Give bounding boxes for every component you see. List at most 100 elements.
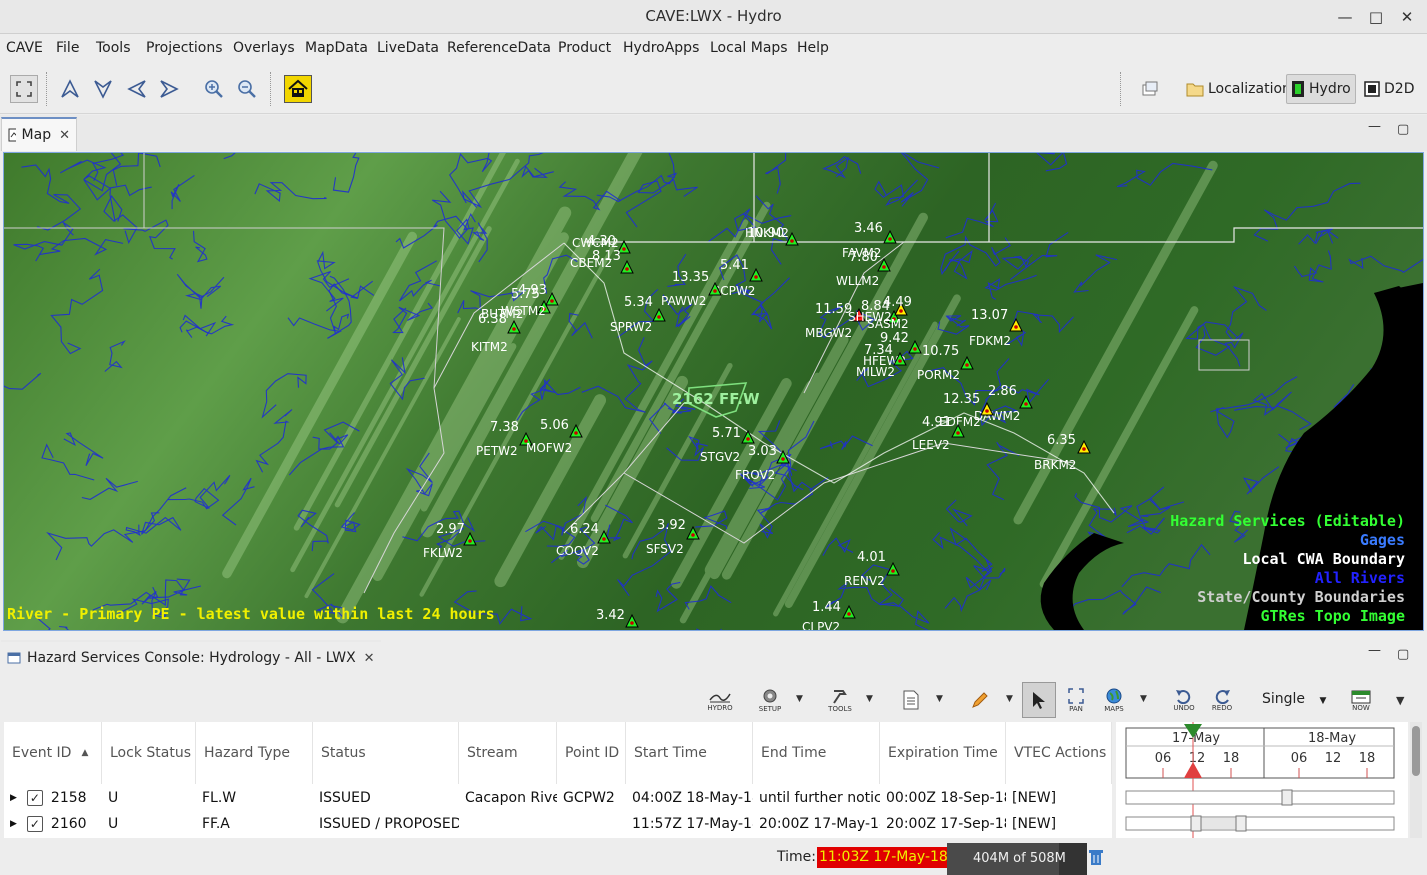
menu-product[interactable]: Product — [558, 40, 611, 56]
event-2160-timebar[interactable] — [1125, 816, 1395, 831]
row-checkbox[interactable]: ✓ — [26, 816, 43, 832]
perspective-localization-button[interactable]: Localization — [1182, 74, 1295, 104]
column-header-hazard-type[interactable]: Hazard Type — [196, 722, 313, 784]
menu-mapdata[interactable]: MapData — [305, 40, 368, 56]
full-extent-button[interactable] — [10, 75, 38, 103]
map-canvas[interactable]: 2162 FF.W 4.30CWCM28.13CBEM210.90HNKM2 3.… — [4, 153, 1423, 630]
column-header-end-time[interactable]: End Time — [753, 722, 880, 784]
maps-button[interactable]: MAPS — [1098, 682, 1130, 718]
draw-button[interactable] — [966, 682, 994, 718]
redo-label: REDO — [1211, 704, 1233, 712]
menu-livedata[interactable]: LiveData — [377, 40, 439, 56]
product-dropdown-icon[interactable]: ▼ — [936, 694, 943, 704]
pan-right-button[interactable] — [155, 75, 183, 103]
event-2158-timebar[interactable] — [1125, 790, 1395, 805]
menu-projections[interactable]: Projections — [146, 40, 223, 56]
open-perspective-button[interactable] — [1136, 75, 1164, 103]
d2d-icon — [1364, 81, 1380, 97]
legend-topo-image[interactable]: GTRes Topo Image — [1261, 607, 1406, 625]
minimize-console-button[interactable]: — — [1368, 643, 1381, 658]
redo-button[interactable]: REDO — [1208, 682, 1236, 718]
draw-dropdown-icon[interactable]: ▼ — [1006, 694, 1013, 704]
menu-help[interactable]: Help — [797, 40, 829, 56]
table-row[interactable]: ▶ ✓ 2158 U FL.W ISSUED Cacapon River GCP… — [4, 785, 1112, 811]
document-icon — [903, 690, 919, 710]
house-icon — [288, 79, 308, 97]
gage-center-dot — [630, 621, 634, 625]
timeline-canvas[interactable]: 17-May 18-May 06 12 18 06 12 18 — [1116, 722, 1408, 838]
event-2160-end-handle[interactable] — [1235, 815, 1247, 832]
perspective-hydro-button[interactable]: Hydro — [1286, 74, 1356, 104]
column-header-start-time[interactable]: Start Time — [626, 722, 753, 784]
zoom-out-button[interactable] — [233, 75, 261, 103]
tab-hazard-console[interactable]: Hazard Services Console: Hydrology - All… — [1, 640, 381, 674]
column-header-status[interactable]: Status — [313, 722, 459, 784]
gage-center-dot — [625, 267, 629, 271]
column-header-vtec-actions[interactable]: VTEC Actions — [1006, 722, 1112, 784]
legend-gages[interactable]: Gages — [1360, 531, 1405, 549]
setup-dropdown-icon[interactable]: ▼ — [796, 694, 803, 704]
close-tab-icon[interactable]: ✕ — [364, 651, 375, 666]
product-button[interactable] — [897, 682, 925, 718]
minimize-view-button[interactable]: — — [1368, 119, 1381, 134]
maps-dropdown-icon[interactable]: ▼ — [1140, 694, 1147, 704]
table-row[interactable]: ▶ ✓ 2160 U FF.A ISSUED / PROPOSED 11:57Z… — [4, 811, 1112, 837]
row-checkbox[interactable]: ✓ — [26, 790, 43, 806]
hazard-timeline[interactable]: 17-May 18-May 06 12 18 06 12 18 — [1116, 722, 1408, 838]
menu-overlays[interactable]: Overlays — [233, 40, 295, 56]
setup-button[interactable]: SETUP — [754, 682, 786, 718]
chevron-down-icon: ▼ — [1319, 696, 1327, 706]
legend-state-county-boundaries[interactable]: State/County Boundaries — [1197, 588, 1405, 606]
event-2158-start-handle[interactable] — [1281, 789, 1293, 806]
event-2160-start-handle[interactable] — [1190, 815, 1202, 832]
minimize-window-button[interactable]: — — [1334, 6, 1356, 28]
view-menu-icon[interactable]: ▼ — [1396, 694, 1404, 707]
garbage-collect-button[interactable] — [1088, 848, 1104, 870]
legend-hazard-services[interactable]: Hazard Services (Editable) — [1170, 512, 1405, 530]
table-scrollbar[interactable] — [1410, 722, 1422, 838]
map-display[interactable]: 2162 FF.W 4.30 CWCM2 8.13 CBEM2 10.90 HNKM2 3.… — [3, 152, 1424, 631]
now-button[interactable]: NOW — [1346, 682, 1376, 718]
gage-id: WLLM2 — [836, 274, 879, 288]
menu-local-maps[interactable]: Local Maps — [710, 40, 788, 56]
hydro-home-button[interactable] — [284, 75, 312, 103]
legend-all-rivers[interactable]: All Rivers — [1315, 569, 1405, 587]
zoom-in-button[interactable] — [200, 75, 228, 103]
legend-local-cwa-boundary[interactable]: Local CWA Boundary — [1242, 550, 1405, 568]
tab-map[interactable]: Map ✕ — [1, 117, 77, 151]
gage-center-dot — [574, 431, 578, 435]
pan-left-button[interactable] — [123, 75, 151, 103]
select-button[interactable] — [1022, 682, 1056, 718]
main-toolbar: Localization Hydro D2D — [0, 64, 1427, 114]
gage-value: 5.34 — [624, 295, 653, 310]
expand-row-icon[interactable]: ▶ — [10, 793, 17, 803]
undo-button[interactable]: UNDO — [1170, 682, 1198, 718]
menu-hydroapps[interactable]: HydroApps — [623, 40, 699, 56]
pan-down-button[interactable] — [89, 75, 117, 103]
column-header-stream[interactable]: Stream — [459, 722, 557, 784]
column-header-lock-status[interactable]: Lock Status — [102, 722, 196, 784]
menu-tools[interactable]: Tools — [96, 40, 131, 56]
tools-dropdown-icon[interactable]: ▼ — [866, 694, 873, 704]
tools-button[interactable]: TOOLS — [823, 682, 857, 718]
selection-mode-dropdown[interactable]: Single ▼ — [1262, 691, 1326, 707]
maximize-console-button[interactable]: ▢ — [1397, 647, 1409, 662]
pan-up-button[interactable] — [56, 75, 84, 103]
hydro-tool-button[interactable]: HYDRO — [703, 682, 737, 718]
expand-row-icon[interactable]: ▶ — [10, 819, 17, 829]
gage-center-dot — [754, 275, 758, 279]
menu-referencedata[interactable]: ReferenceData — [447, 40, 551, 56]
menu-cave[interactable]: CAVE — [6, 40, 43, 56]
maximize-view-button[interactable]: ▢ — [1397, 122, 1409, 137]
tools-label: TOOLS — [828, 705, 852, 713]
perspective-d2d-button[interactable]: D2D — [1360, 74, 1418, 104]
column-header-event-id[interactable]: Event ID ▲ — [4, 722, 102, 784]
column-header-point-id[interactable]: Point ID — [557, 722, 626, 784]
menu-file[interactable]: File — [56, 40, 79, 56]
column-header-expiration-time[interactable]: Expiration Time — [880, 722, 1006, 784]
close-tab-icon[interactable]: ✕ — [59, 128, 70, 143]
maximize-window-button[interactable]: □ — [1365, 6, 1387, 28]
close-window-button[interactable]: ✕ — [1396, 6, 1418, 28]
pan-button[interactable]: PAN — [1062, 682, 1090, 718]
table-scrollbar-thumb[interactable] — [1412, 726, 1420, 776]
